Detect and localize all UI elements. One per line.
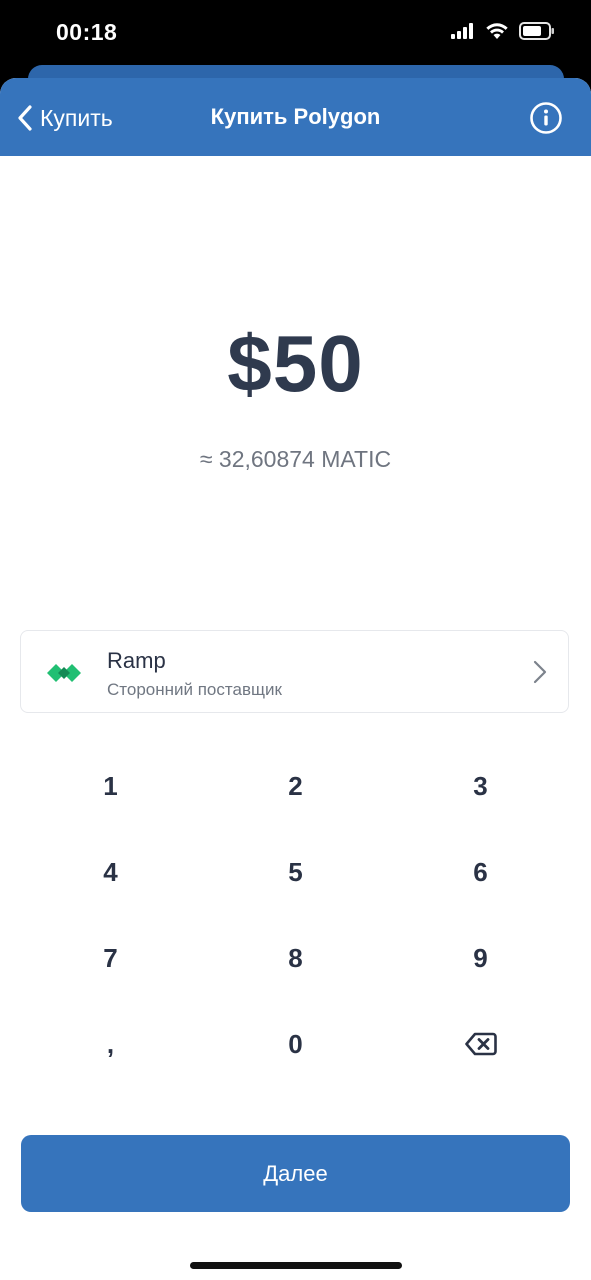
- key-8[interactable]: 8: [203, 915, 388, 1001]
- cellular-signal-icon: [451, 23, 473, 39]
- key-0[interactable]: 0: [203, 1001, 388, 1087]
- key-1[interactable]: 1: [18, 743, 203, 829]
- provider-selector[interactable]: Ramp Сторонний поставщик: [20, 630, 569, 713]
- key-comma[interactable]: ,: [18, 1001, 203, 1087]
- fiat-amount: $50: [227, 319, 364, 408]
- provider-subtitle: Сторонний поставщик: [107, 680, 282, 699]
- status-bar: 00:18: [0, 0, 591, 66]
- provider-name: Ramp: [107, 648, 166, 673]
- numeric-keypad: 1 2 3 4 5 6 7 8 9 , 0: [18, 743, 573, 1087]
- key-6[interactable]: 6: [388, 829, 573, 915]
- page-title: Купить Polygon: [210, 104, 381, 129]
- ramp-logo-icon: [47, 664, 81, 682]
- navigation-bar: Купить Купить Polygon: [0, 78, 591, 156]
- info-icon[interactable]: [529, 101, 563, 135]
- crypto-amount: ≈ 32,60874 MATIC: [199, 446, 392, 472]
- chevron-right-icon: [533, 660, 547, 684]
- next-button[interactable]: Далее: [21, 1135, 570, 1212]
- key-7[interactable]: 7: [18, 915, 203, 1001]
- key-4[interactable]: 4: [18, 829, 203, 915]
- key-9[interactable]: 9: [388, 915, 573, 1001]
- key-3[interactable]: 3: [388, 743, 573, 829]
- backspace-icon: [464, 1032, 497, 1056]
- home-indicator: [190, 1262, 402, 1269]
- status-icons: [451, 22, 555, 40]
- wifi-icon: [486, 23, 508, 39]
- status-time: 00:18: [56, 19, 118, 45]
- key-2[interactable]: 2: [203, 743, 388, 829]
- backspace-key[interactable]: [388, 1001, 573, 1087]
- key-5[interactable]: 5: [203, 829, 388, 915]
- buy-sheet: Купить Купить Polygon $50 ≈ 32,60874 MAT…: [0, 78, 591, 1280]
- battery-icon: [519, 22, 554, 40]
